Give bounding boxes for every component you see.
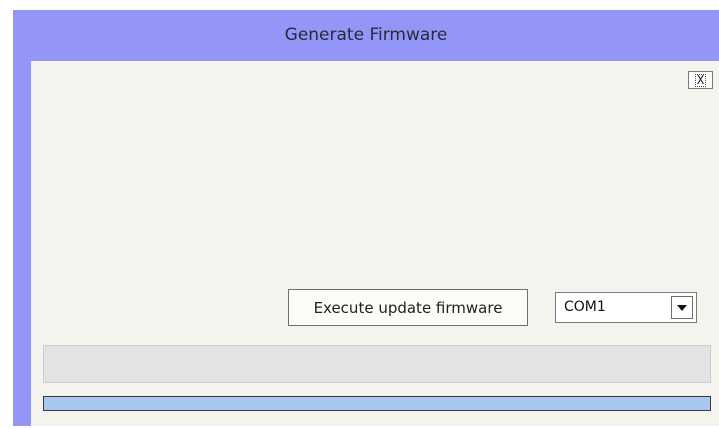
- dialog-content: X Execute update firmware COM1: [31, 61, 719, 426]
- title-bar: Generate Firmware: [13, 10, 719, 60]
- close-button[interactable]: X: [688, 71, 713, 89]
- dropdown-button[interactable]: [671, 296, 693, 319]
- com-port-value: COM1: [564, 299, 606, 315]
- com-port-select[interactable]: COM1: [555, 292, 697, 323]
- progress-bar: [43, 396, 711, 411]
- execute-update-firmware-button[interactable]: Execute update firmware: [288, 289, 528, 326]
- window-title: Generate Firmware: [284, 25, 448, 45]
- close-icon: X: [694, 72, 707, 87]
- firmware-window: Generate Firmware X Execute update firmw…: [13, 10, 719, 426]
- dropdown-arrow-icon: [677, 304, 687, 311]
- status-field: [43, 345, 711, 383]
- progress-fill: [44, 397, 710, 410]
